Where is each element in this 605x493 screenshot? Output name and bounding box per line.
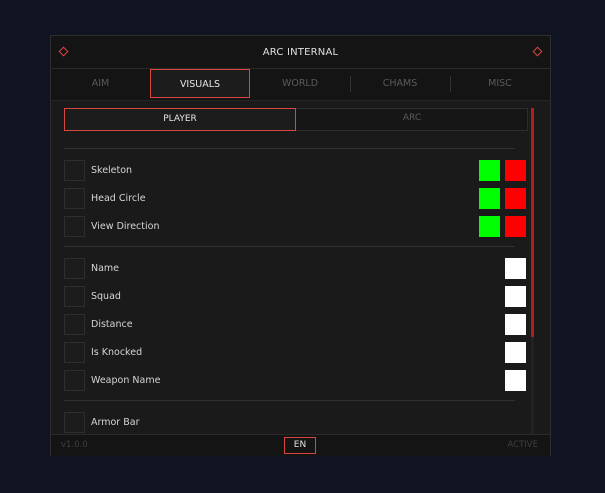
- color-swatch-white[interactable]: [505, 370, 526, 391]
- option-label: Weapon Name: [91, 375, 161, 386]
- app-window: ARC INTERNAL AIM VISUALS WORLD CHAMS MIS…: [50, 35, 551, 456]
- tab-aim[interactable]: AIM: [51, 69, 150, 98]
- tab-chams[interactable]: CHAMS: [350, 69, 450, 98]
- tab-world[interactable]: WORLD: [250, 69, 350, 98]
- option-row: Distance: [64, 314, 528, 336]
- subtab-arc[interactable]: ARC: [296, 108, 528, 131]
- color-swatch-red[interactable]: [505, 188, 526, 209]
- option-checkbox[interactable]: [64, 342, 85, 363]
- option-row: View Direction: [64, 216, 528, 238]
- color-swatch-green[interactable]: [479, 160, 500, 181]
- tab-misc[interactable]: MISC: [450, 69, 550, 98]
- window-title: ARC INTERNAL: [262, 47, 339, 58]
- option-checkbox[interactable]: [64, 286, 85, 307]
- option-row: Weapon Name: [64, 370, 528, 392]
- option-label: Squad: [91, 291, 121, 302]
- color-swatch-green[interactable]: [479, 188, 500, 209]
- option-row: Name: [64, 258, 528, 280]
- option-label: View Direction: [91, 221, 160, 232]
- subtab-player[interactable]: PLAYER: [64, 108, 296, 131]
- option-checkbox[interactable]: [64, 370, 85, 391]
- option-row: Squad: [64, 286, 528, 308]
- color-swatch-green[interactable]: [479, 216, 500, 237]
- status-label: ACTIVE: [507, 440, 539, 450]
- option-checkbox[interactable]: [64, 160, 85, 181]
- option-row: Armor Bar: [64, 412, 528, 434]
- option-label: Skeleton: [91, 165, 133, 176]
- footer-bar: v1.0.0 EN ACTIVE: [51, 434, 550, 456]
- main-tabs: AIM VISUALS WORLD CHAMS MISC: [51, 69, 550, 100]
- option-row: Head Circle: [64, 188, 528, 210]
- option-checkbox[interactable]: [64, 216, 85, 237]
- tab-visuals[interactable]: VISUALS: [150, 69, 250, 98]
- option-row: Is Knocked: [64, 342, 528, 364]
- option-checkbox[interactable]: [64, 188, 85, 209]
- color-swatch-red[interactable]: [505, 160, 526, 181]
- option-checkbox[interactable]: [64, 314, 85, 335]
- color-swatch-white[interactable]: [505, 258, 526, 279]
- option-row: Skeleton: [64, 160, 528, 182]
- option-label: Distance: [91, 319, 133, 330]
- option-checkbox[interactable]: [64, 412, 85, 433]
- section-divider: [64, 400, 515, 401]
- language-button[interactable]: EN: [284, 437, 316, 454]
- option-label: Name: [91, 263, 120, 274]
- option-checkbox[interactable]: [64, 258, 85, 279]
- option-label: Head Circle: [91, 193, 146, 204]
- color-swatch-red[interactable]: [505, 216, 526, 237]
- content-panel: PLAYER ARC Skeleton Head Circle View Direc…: [51, 100, 550, 434]
- option-label: Armor Bar: [91, 417, 140, 428]
- option-label: Is Knocked: [91, 347, 143, 358]
- version-label: v1.0.0: [61, 440, 88, 450]
- title-bar: ARC INTERNAL: [51, 36, 550, 69]
- section-divider: [64, 148, 515, 149]
- scrollbar-thumb[interactable]: [531, 108, 534, 337]
- color-swatch-white[interactable]: [505, 314, 526, 335]
- color-swatch-white[interactable]: [505, 342, 526, 363]
- scrollbar[interactable]: [531, 108, 534, 434]
- section-divider: [64, 246, 515, 247]
- sub-tabs: PLAYER ARC: [64, 108, 528, 131]
- color-swatch-white[interactable]: [505, 286, 526, 307]
